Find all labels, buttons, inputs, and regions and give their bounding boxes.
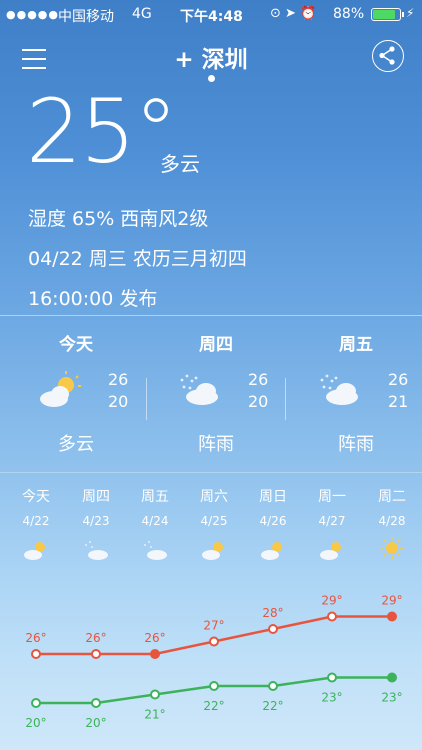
rotation-lock-icon: ⊙ (270, 6, 281, 21)
page-indicator (208, 75, 215, 82)
week-day-date: 4/23 (82, 514, 110, 528)
data-label: 28° (262, 606, 283, 620)
city-title[interactable]: + 深圳 (0, 40, 422, 74)
share-button[interactable] (372, 40, 404, 72)
data-point (268, 624, 278, 634)
data-label: 20° (25, 716, 46, 730)
divider (0, 472, 422, 473)
week-day-name: 今天 (22, 489, 50, 505)
data-label: 29° (381, 594, 402, 608)
week-day[interactable]: 周六 4/25 (184, 486, 244, 528)
week-day-name: 周六 (200, 489, 228, 505)
week-day[interactable]: 周日 4/26 (243, 486, 303, 528)
data-point (150, 689, 160, 700)
shower-icon (180, 374, 218, 405)
publish-time: 16:00:00 发布 (28, 288, 158, 310)
battery-percentage: 88% (333, 6, 365, 22)
divider (0, 315, 422, 316)
forecast-low: 20 (248, 392, 269, 411)
carrier-name: 中国移动 (58, 9, 114, 25)
week-day-name: 周二 (378, 489, 406, 505)
data-label: 27° (203, 619, 224, 633)
week-day-name: 周四 (82, 489, 110, 505)
data-label: 20° (85, 716, 106, 730)
forecast-condition: 阵雨 (198, 434, 234, 455)
humidity-wind: 湿度 65% 西南风2级 (28, 208, 209, 230)
data-label: 23° (381, 691, 402, 705)
data-label: 21° (144, 708, 165, 722)
current-temperature: 25° (26, 80, 178, 183)
forecast-day[interactable]: 今天 26 20 多云 (6, 320, 146, 470)
data-point (268, 681, 278, 691)
forecast-day-name: 今天 (59, 335, 93, 355)
week-day-date: 4/25 (200, 514, 228, 528)
week-day[interactable]: 今天 4/22 (6, 486, 66, 528)
partly-cloudy-icon (202, 542, 223, 560)
forecast-day[interactable]: 周四 26 20 阵雨 (146, 320, 286, 470)
data-point (387, 611, 397, 622)
data-point (91, 698, 101, 708)
forecast-low: 20 (108, 392, 129, 411)
location-icon: ➤ (285, 6, 296, 21)
date-line: 04/22 周三 农历三月初四 (28, 248, 247, 270)
forecast-high: 26 (388, 370, 409, 389)
data-label: 26° (85, 631, 106, 645)
network-type: 4G (132, 6, 152, 22)
week-day-date: 4/27 (318, 514, 346, 528)
data-point (387, 672, 397, 683)
week-day-name: 周日 (259, 489, 287, 505)
forecast-day-name: 周四 (199, 335, 233, 355)
current-condition: 多云 (160, 152, 200, 176)
data-label: 26° (144, 631, 165, 645)
data-point (209, 681, 219, 691)
week-day[interactable]: 周四 4/23 (66, 486, 126, 528)
data-label: 22° (262, 699, 283, 713)
forecast-day[interactable]: 周五 26 21 阵雨 (286, 320, 422, 470)
data-point (91, 649, 101, 659)
signal-strength-icon: ●●●●● (6, 8, 59, 21)
data-point (31, 698, 41, 708)
shower-icon (85, 541, 108, 560)
week-day-date: 4/26 (259, 514, 287, 528)
temperature-chart: 26° 26° 26° 27° 28° 29° 29° 20° 20° 21° 22° 22° 23° 2… (25, 594, 402, 731)
battery-icon (371, 8, 404, 21)
status-icons: ⊙ ➤ ⏰ (270, 6, 316, 21)
data-label: 22° (203, 699, 224, 713)
data-point (327, 611, 337, 622)
data-point (31, 649, 41, 659)
partly-cloudy-icon (40, 371, 81, 407)
forecast-condition: 阵雨 (338, 434, 374, 455)
forecast-high: 26 (108, 370, 129, 389)
forecast-condition: 多云 (58, 434, 94, 455)
clock: 下午4:48 (180, 9, 243, 25)
data-point (209, 636, 219, 647)
week-day-date: 4/22 (22, 514, 50, 528)
charging-icon: ⚡ (406, 6, 415, 20)
data-label: 23° (321, 691, 342, 705)
week-day-name: 周一 (318, 489, 346, 505)
forecast-low: 21 (388, 392, 409, 411)
data-label: 29° (321, 594, 342, 608)
forecast-high: 26 (248, 370, 269, 389)
share-icon (379, 46, 395, 65)
status-bar: ●●●●● 中国移动 4G 下午4:48 ⊙ ➤ ⏰ 88% ⚡ (0, 0, 422, 30)
partly-cloudy-icon (261, 542, 282, 560)
shower-icon (144, 541, 167, 560)
alarm-icon: ⏰ (300, 6, 317, 21)
week-day-date: 4/24 (141, 514, 169, 528)
week-day-name: 周五 (141, 489, 169, 505)
partly-cloudy-icon (24, 542, 45, 560)
week-day[interactable]: 周一 4/27 (302, 486, 362, 528)
shower-icon (320, 374, 358, 405)
week-day[interactable]: 周五 4/24 (125, 486, 185, 528)
partly-cloudy-icon (320, 542, 341, 560)
week-day[interactable]: 周二 4/28 (362, 486, 422, 528)
sunny-icon (381, 537, 403, 559)
data-label: 26° (25, 631, 46, 645)
data-point (150, 649, 160, 659)
week-day-date: 4/28 (378, 514, 406, 528)
forecast-day-name: 周五 (339, 335, 373, 355)
data-point (327, 672, 337, 683)
